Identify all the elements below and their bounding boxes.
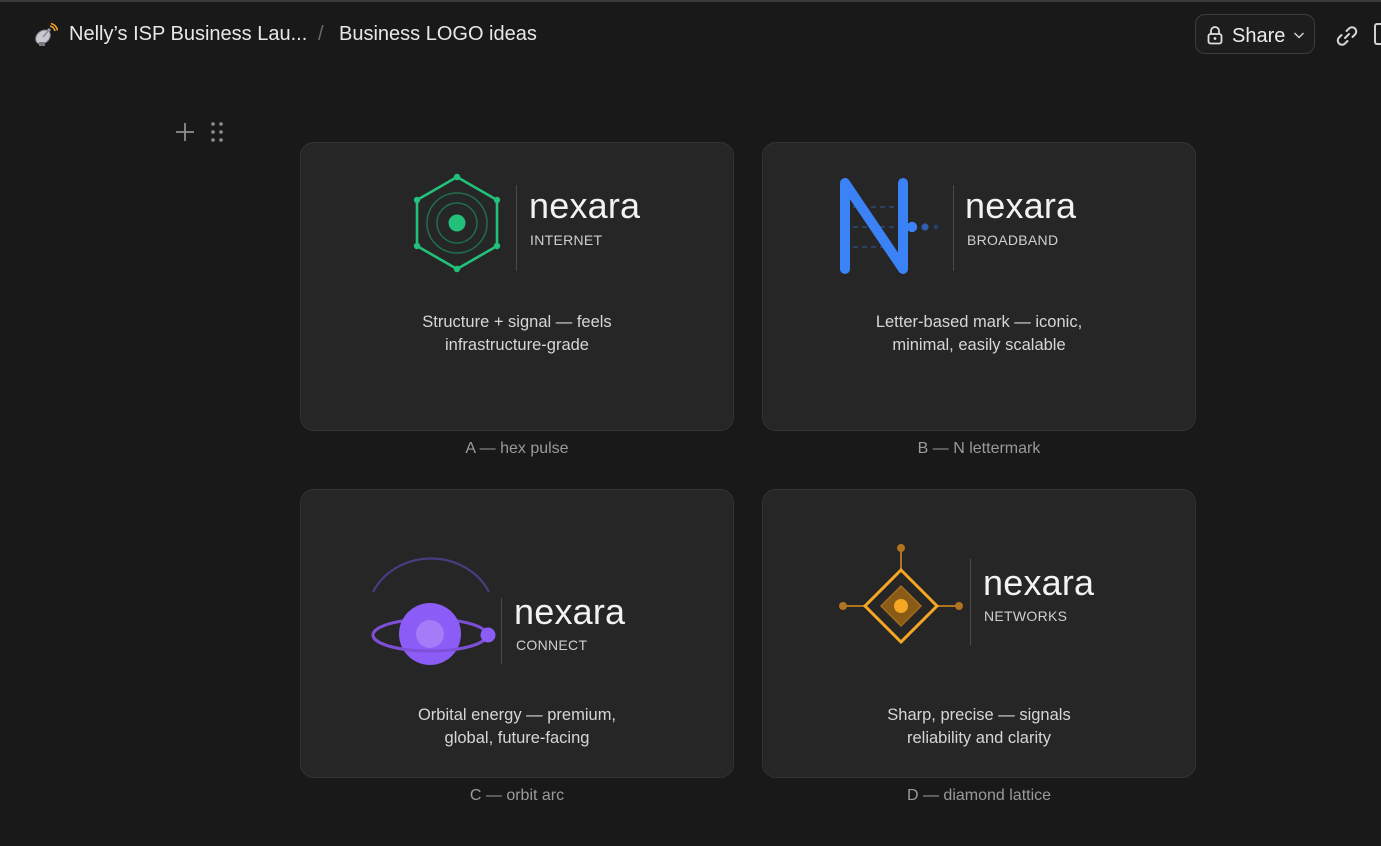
card-description: Orbital energy — premium, global, future…: [301, 704, 733, 750]
diamond-lattice-logo-icon: [839, 544, 963, 645]
description-line: Orbital energy — premium,: [417, 706, 617, 724]
card-caption: D — diamond lattice: [906, 787, 1052, 804]
description-line: infrastructure-grade: [445, 336, 589, 354]
logo-divider: [970, 559, 971, 645]
breadcrumb-workspace[interactable]: Nelly’s ISP Business Lau...: [69, 23, 307, 46]
description-line: minimal, easily scalable: [892, 336, 1066, 354]
lock-icon: [1207, 26, 1223, 45]
share-button-label: Share: [1232, 25, 1286, 47]
description-line: Letter-based mark — iconic,: [875, 313, 1083, 331]
logo-card-a[interactable]: nexara INTERNET Structure + signal — fee…: [300, 142, 734, 431]
link-icon[interactable]: [1334, 23, 1360, 49]
description-line: reliability and clarity: [907, 729, 1051, 747]
breadcrumb-separator: /: [318, 23, 324, 45]
brand-name: nexara: [983, 562, 1095, 603]
card-description: Structure + signal — feels infrastructur…: [301, 311, 733, 357]
card-caption: B — N lettermark: [917, 440, 1041, 457]
n-lettermark-logo-icon: [840, 178, 939, 274]
page-header: Nelly’s ISP Business Lau... / Business L…: [0, 2, 1381, 68]
share-button[interactable]: Share: [1195, 14, 1315, 54]
logo-card-d[interactable]: nexara NETWORKS Sharp, precise — signals…: [762, 489, 1196, 778]
brand-tagline: CONNECT: [516, 637, 588, 653]
brand-name: nexara: [514, 591, 626, 632]
brand-tagline: BROADBAND: [967, 232, 1059, 248]
drag-handle-icon[interactable]: [209, 120, 225, 144]
chevron-down-icon: [1293, 32, 1305, 39]
logo-card-c[interactable]: nexara CONNECT Orbital energy — premium,…: [300, 489, 734, 778]
logo-card-b[interactable]: nexara BROADBAND Letter-based mark — ico…: [762, 142, 1196, 431]
card-description: Letter-based mark — iconic, minimal, eas…: [763, 311, 1195, 357]
brand-name: nexara: [965, 185, 1077, 226]
card-description: Sharp, precise — signals reliability and…: [763, 704, 1195, 750]
logo-divider: [516, 185, 517, 271]
card-caption: A — hex pulse: [465, 440, 569, 457]
logo-divider: [953, 185, 954, 271]
plus-icon[interactable]: [174, 121, 196, 143]
brand-name: nexara: [529, 185, 641, 226]
brand-tagline: INTERNET: [530, 232, 603, 248]
description-line: Sharp, precise — signals: [887, 706, 1071, 724]
satellite-dish-icon: [35, 22, 58, 46]
brand-tagline: NETWORKS: [984, 608, 1068, 624]
more-actions-icon[interactable]: [1374, 23, 1381, 45]
description-line: global, future-facing: [444, 729, 590, 747]
description-line: Structure + signal — feels: [422, 313, 612, 331]
logo-divider: [501, 598, 502, 664]
orbit-arc-logo-icon: [371, 557, 496, 665]
card-caption: C — orbit arc: [469, 787, 565, 804]
hex-pulse-logo-icon: [413, 173, 501, 273]
breadcrumb-page-title[interactable]: Business LOGO ideas: [339, 23, 537, 46]
